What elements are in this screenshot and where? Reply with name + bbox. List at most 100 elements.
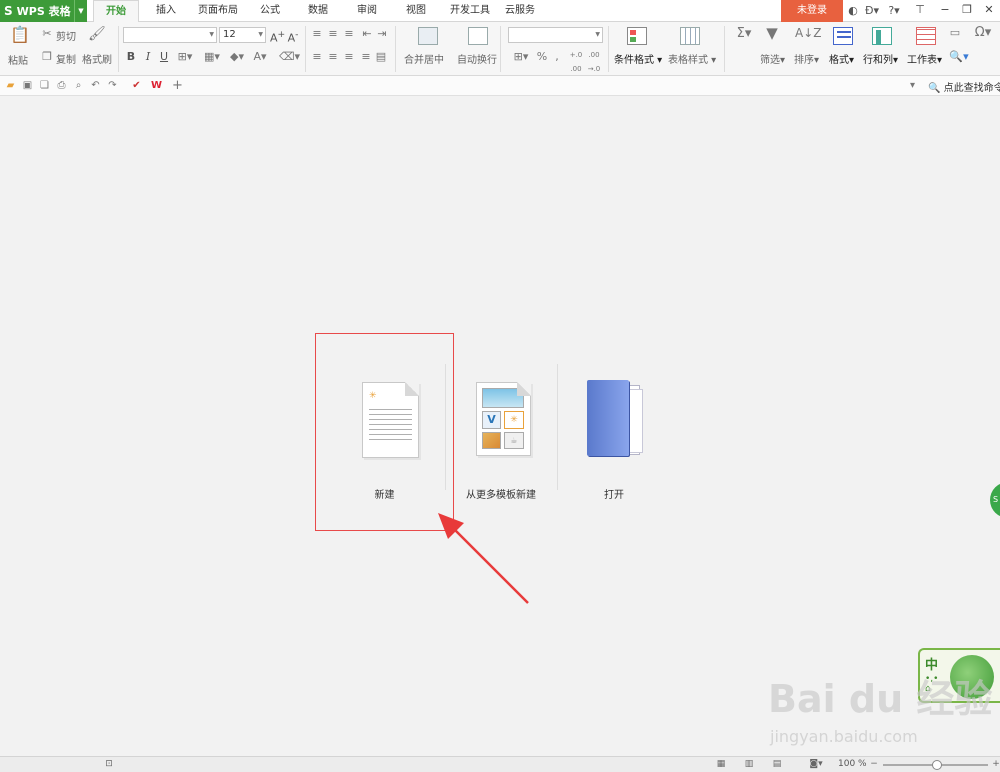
tab-cloud[interactable]: 云服务 [500,0,540,22]
chevron-down-icon[interactable]: ▼ [74,0,87,22]
worksheet-icon[interactable] [916,27,936,45]
tab-insert[interactable]: 插入 [146,0,186,22]
layout-icon[interactable]: ▦▾ [203,50,221,64]
restore-button[interactable]: ❐ [958,1,976,19]
save-icon[interactable]: ▣ [21,79,34,92]
template-new-card[interactable]: V ✳ ☕ 从更多模板新建 [460,380,542,501]
number-format-combo[interactable]: ▼ [508,27,603,43]
tab-data[interactable]: 数据 [298,0,338,22]
zoom-slider-thumb[interactable] [932,760,942,770]
merge-center-button[interactable]: 合并居中 [404,51,444,66]
side-float-button[interactable]: S [990,482,1000,518]
sort-icon[interactable]: A↓Z [795,26,821,40]
filter-button[interactable]: 筛选▾ [760,51,785,66]
find-icon[interactable]: 🔍▾ [948,50,970,64]
clear-format-icon[interactable]: ⌫▾ [279,50,300,64]
new-document-card[interactable]: ✳ 新建 [316,334,453,530]
tab-formula[interactable]: 公式 [250,0,290,22]
italic-button[interactable]: I [142,50,154,64]
font-color-icon[interactable]: A▾ [251,50,269,64]
protect-icon[interactable]: ◙▾ [806,759,826,770]
increase-decimal-icon[interactable]: +.0.00 [569,48,583,76]
skin-icon[interactable]: ◐ [846,2,860,20]
conditional-format-icon[interactable] [627,27,647,45]
tab-review[interactable]: 审阅 [347,0,387,22]
sum-icon[interactable]: Σ▾ [734,27,754,41]
worksheet-button[interactable]: 工作表▾ [907,51,942,66]
filter-icon[interactable]: ▼ [763,26,781,41]
copy-icon[interactable]: ❐ [41,50,53,64]
share-icon[interactable]: Ð▾ [862,2,882,20]
sort-button[interactable]: 排序▾ [794,51,819,66]
copy-button[interactable]: 复制 [56,51,76,66]
print-icon[interactable]: ⎙ [55,79,68,92]
print-preview-icon[interactable]: ⌕ [72,79,85,92]
thousands-icon[interactable]: , [551,50,563,64]
format-icon[interactable] [833,27,853,45]
tab-view[interactable]: 视图 [396,0,436,22]
new-tab-plus-icon[interactable]: + [171,79,184,92]
align-left-icon[interactable]: ≡ [311,50,323,64]
row-col-icon[interactable] [872,27,892,45]
format-painter-button[interactable]: 格式刷 [82,51,112,66]
shrink-font-icon[interactable]: A- [286,28,300,46]
scissors-icon[interactable]: ✂ [41,27,53,41]
conditional-format-button[interactable]: 条件格式 ▾ [614,51,662,66]
font-size-combo[interactable]: 12 ▼ [219,27,266,43]
save-as-icon[interactable]: ❏ [38,79,51,92]
page-break-view-icon[interactable]: ▥ [743,759,755,770]
merge-center-icon[interactable] [418,27,438,45]
fill-color-icon[interactable]: ◆▾ [228,50,246,64]
customize-icon[interactable]: ✔ [130,79,143,92]
login-button[interactable]: 未登录 [781,0,843,22]
percent-button[interactable]: % [536,50,548,64]
find-command-box[interactable]: 🔍 点此查找命令 [928,79,1000,94]
bold-button[interactable]: B [125,50,137,64]
align-top-icon[interactable]: ≡ [311,27,323,41]
table-style-button[interactable]: 表格样式 ▾ [668,51,716,66]
align-bottom-icon[interactable]: ≡ [343,27,355,41]
comment-icon[interactable]: ▭ [948,26,962,40]
close-button[interactable]: ✕ [980,1,998,19]
minimize-button[interactable]: − [936,1,954,19]
open-folder-icon[interactable]: ▰ [4,79,17,92]
font-name-combo[interactable]: ▼ [123,27,217,43]
pin-icon[interactable]: ⊤ [911,1,929,19]
align-right-icon[interactable]: ≡ [343,50,355,64]
wps-w-icon[interactable]: W [150,79,163,92]
indent-decrease-icon[interactable]: ⇤ [361,27,373,41]
normal-view-icon[interactable]: ▦ [715,759,727,770]
app-menu-button[interactable]: S WPS 表格 ▼ [0,0,87,22]
paste-button[interactable]: 粘贴 [8,52,28,67]
format-button[interactable]: 格式▾ [829,51,854,66]
grow-font-icon[interactable]: A+ [270,28,285,46]
symbol-icon[interactable]: Ω▾ [972,26,994,40]
align-center-icon[interactable]: ≡ [327,50,339,64]
zoom-out-icon[interactable]: − [868,759,880,770]
wrap-text-icon[interactable] [468,27,488,45]
paste-icon[interactable]: 📋 [10,27,30,48]
tab-home[interactable]: 开始 [93,0,139,23]
table-style-icon[interactable] [680,27,700,45]
sheet-nav-icon[interactable]: ⊡ [103,759,115,770]
tab-page-layout[interactable]: 页面布局 [192,0,244,22]
indent-increase-icon[interactable]: ⇥ [376,27,388,41]
decrease-decimal-icon[interactable]: .00 →.0 [587,48,601,76]
wrap-text-button[interactable]: 自动换行 [457,51,497,66]
align-middle-icon[interactable]: ≡ [327,27,339,41]
justify-icon[interactable]: ≡ [360,50,372,64]
redo-icon[interactable]: ↷ [106,79,119,92]
tab-developer[interactable]: 开发工具 [444,0,496,22]
cut-button[interactable]: 剪切 [56,28,76,43]
brush-icon[interactable]: 🖌 [88,27,106,41]
zoom-in-icon[interactable]: + [990,759,1000,770]
page-view-icon[interactable]: ▤ [771,759,783,770]
border-icon[interactable]: ⊞▾ [176,50,194,64]
help-icon[interactable]: ?▾ [884,2,904,20]
distribute-icon[interactable]: ▤ [375,50,387,64]
row-col-button[interactable]: 行和列▾ [863,51,898,66]
currency-icon[interactable]: ⊞▾ [510,50,532,64]
toolbar-menu-icon[interactable]: ▾ [906,79,919,92]
underline-button[interactable]: U [158,50,170,64]
undo-icon[interactable]: ↶ [89,79,102,92]
